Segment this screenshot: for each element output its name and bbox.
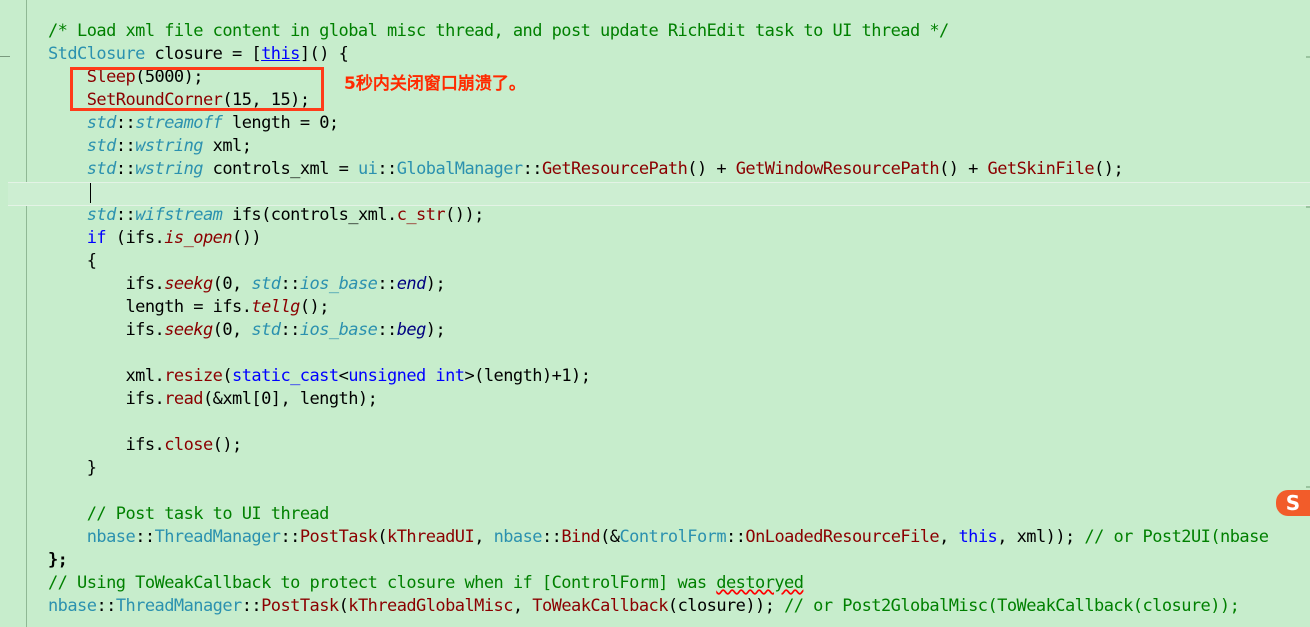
fold-marker[interactable]: [0, 56, 10, 57]
code-line-25: // Using ToWeakCallback to protect closu…: [48, 573, 804, 593]
code-line-9: std::wifstream ifs(controls_xml.c_str())…: [86, 205, 485, 225]
code-line-7: std::wstring controls_xml = ui::GlobalMa…: [86, 159, 1124, 179]
code-line-11: {: [48, 251, 97, 271]
gutter-divider: [26, 0, 27, 627]
code-line-12: ifs.seekg(0, std::ios_base::end);: [48, 274, 446, 294]
highlight-box: [70, 67, 324, 111]
code-line-17: ifs.read(&xml[0], length);: [48, 389, 378, 409]
sogou-ime-icon[interactable]: S: [1276, 490, 1310, 516]
code-line-26: nbase::ThreadManager::PostTask(kThreadGl…: [48, 596, 1240, 616]
code-line-22: // Post task to UI thread: [86, 504, 330, 524]
code-line-1: /* Load xml file content in global misc …: [48, 21, 949, 41]
code-line-19: ifs.close();: [48, 435, 242, 455]
code-line-5: std::streamoff length = 0;: [86, 113, 339, 133]
scroll-marker: [1306, 486, 1310, 488]
code-line-10: if (ifs.is_open()): [86, 228, 262, 248]
text-caret: [90, 183, 91, 203]
code-line-20: }: [48, 458, 97, 478]
code-line-14: ifs.seekg(0, std::ios_base::beg);: [48, 320, 446, 340]
code-line-6: std::wstring xml;: [86, 136, 252, 156]
code-editor[interactable]: /* Load xml file content in global misc …: [0, 0, 1310, 627]
annotation-text: 5秒内关闭窗口崩溃了。: [344, 74, 526, 94]
code-line-23: nbase::ThreadManager::PostTask(kThreadUI…: [86, 527, 1269, 547]
code-line-16: xml.resize(static_cast<unsigned int>(len…: [48, 366, 591, 386]
code-line-24: };: [48, 550, 68, 570]
code-line-13: length = ifs.tellg();: [48, 297, 329, 317]
scroll-marker: [1306, 206, 1310, 208]
scroll-marker: [1306, 56, 1310, 58]
code-line-2: StdClosure closure = [this]() {: [48, 44, 349, 64]
